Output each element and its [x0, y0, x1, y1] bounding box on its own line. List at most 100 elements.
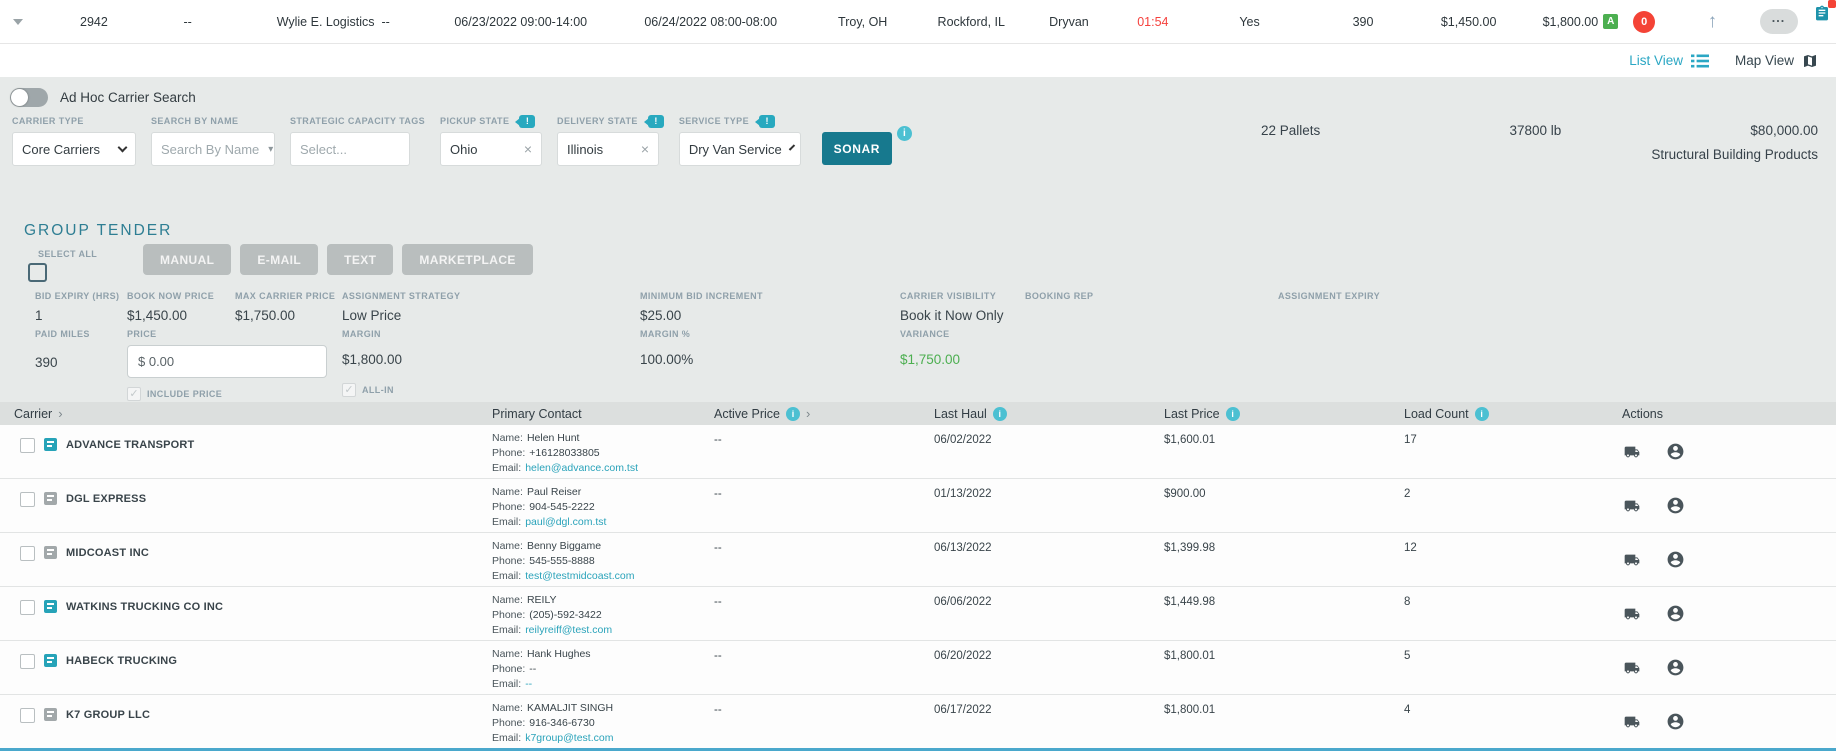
- assign-load-truck-icon[interactable]: [1622, 552, 1642, 568]
- sort-arrow-icon[interactable]: ›: [58, 406, 62, 421]
- assign-load-truck-icon[interactable]: [1622, 714, 1642, 730]
- row-checkbox[interactable]: [20, 708, 35, 723]
- pickup-state-input[interactable]: Ohio ×: [440, 132, 543, 166]
- service-type-field: SERVICE TYPE! Dry Van Service: [678, 114, 801, 166]
- contact-phone-label: Phone:: [492, 501, 526, 513]
- contact-phone: 916-346-6730: [529, 717, 595, 729]
- contact-email-link[interactable]: --: [525, 678, 532, 690]
- carrier-type-select[interactable]: Core Carriers: [12, 132, 136, 166]
- carrier-name[interactable]: DGL EXPRESS: [66, 492, 146, 505]
- assign-load-truck-icon[interactable]: [1622, 606, 1642, 622]
- last-price-value: $1,800.01: [1164, 650, 1216, 662]
- carrier-type-label: CARRIER TYPE: [12, 116, 84, 126]
- delivery-window: 06/24/2022 08:00-08:00: [644, 14, 778, 29]
- manual-button[interactable]: MANUAL: [143, 244, 232, 275]
- capacity-tags-input[interactable]: Select...: [290, 132, 410, 166]
- marketplace-button[interactable]: MARKETPLACE: [402, 244, 533, 275]
- active-price-value: --: [714, 488, 722, 500]
- more-actions-button[interactable]: ...: [1759, 9, 1798, 34]
- header-last-haul: Last Haul i: [920, 406, 1150, 421]
- destination-city: Rockford, IL: [937, 14, 1005, 29]
- carrier-profile-person-icon[interactable]: [1666, 496, 1685, 515]
- carrier-name[interactable]: WATKINS TRUCKING CO INC: [66, 600, 223, 613]
- contact-email-link[interactable]: reilyreiff@test.com: [525, 624, 612, 636]
- search-by-name-label: SEARCH BY NAME: [151, 116, 239, 126]
- sonar-button[interactable]: SONAR: [821, 132, 892, 165]
- adhoc-search-toggle[interactable]: [10, 88, 48, 107]
- assign-load-truck-icon[interactable]: [1622, 498, 1642, 514]
- row-checkbox[interactable]: [20, 600, 35, 615]
- load-number[interactable]: 2942: [36, 15, 139, 29]
- bid-count-badge[interactable]: 0: [1633, 10, 1656, 33]
- row-checkbox[interactable]: [20, 654, 35, 669]
- contact-phone-label: Phone:: [492, 663, 526, 675]
- load-count-value: 17: [1404, 434, 1417, 446]
- carrier-profile-person-icon[interactable]: [1666, 658, 1685, 677]
- carrier-name[interactable]: MIDCOAST INC: [66, 546, 149, 559]
- last-haul-date: 06/13/2022: [934, 542, 992, 554]
- book-now-price-field: BOOK NOW PRICE $1,450.00: [127, 291, 215, 323]
- collapse-up-arrow-icon[interactable]: ↑: [1708, 11, 1718, 32]
- carrier-profile-person-icon[interactable]: [1666, 604, 1685, 623]
- delivery-state-input[interactable]: Illinois ×: [557, 132, 660, 166]
- header-carrier[interactable]: Carrier ›: [0, 406, 478, 421]
- service-type-select[interactable]: Dry Van Service: [678, 132, 801, 166]
- bid-expiry-field: BID EXPIRY (HRS) 1: [35, 291, 120, 323]
- price-field: PRICE ✓ INCLUDE PRICE: [127, 329, 327, 401]
- load-expand-caret-icon[interactable]: [0, 18, 36, 25]
- book-now-price-top: $1,450.00: [1440, 14, 1497, 29]
- row-checkbox[interactable]: [20, 546, 35, 561]
- include-price-checkbox[interactable]: ✓: [127, 387, 141, 401]
- contact-phone: 545-555-8888: [529, 555, 595, 567]
- list-view-toggle[interactable]: List View: [1629, 53, 1709, 68]
- all-in-checkbox[interactable]: ✓: [342, 383, 356, 397]
- origin-city: Troy, OH: [838, 14, 888, 29]
- email-button[interactable]: E-MAIL: [240, 244, 319, 275]
- price-input[interactable]: [127, 345, 327, 378]
- table-row: MIDCOAST INC Name: Benny Biggame Phone: 54…: [0, 533, 1836, 587]
- contact-email-label: Email:: [492, 624, 522, 636]
- map-view-toggle[interactable]: Map View: [1735, 53, 1818, 69]
- header-active-price[interactable]: Active Price i ›: [700, 406, 920, 421]
- carrier-name[interactable]: ADVANCE TRANSPORT: [66, 438, 194, 451]
- carrier-name[interactable]: K7 GROUP LLC: [66, 708, 150, 721]
- select-all-checkbox[interactable]: [28, 263, 47, 282]
- carrier-tier-icon: [44, 654, 57, 667]
- table-row: WATKINS TRUCKING CO INC Name: REILY Phone…: [0, 587, 1836, 641]
- required-exclamation-icon: !: [515, 114, 536, 128]
- contact-email-link[interactable]: paul@dgl.com.tst: [525, 516, 606, 528]
- assign-load-truck-icon[interactable]: [1622, 660, 1642, 676]
- required-exclamation-icon: !: [754, 114, 775, 128]
- contact-email-link[interactable]: helen@advance.com.tst: [525, 462, 638, 474]
- contact-email-label: Email:: [492, 678, 522, 690]
- carrier-name[interactable]: HABECK TRUCKING: [66, 654, 177, 667]
- assign-load-truck-icon[interactable]: [1622, 444, 1642, 460]
- clear-x-icon[interactable]: ×: [641, 141, 649, 157]
- carrier-profile-person-icon[interactable]: [1666, 712, 1685, 731]
- row-checkbox[interactable]: [20, 492, 35, 507]
- paid-miles-field: PAID MILES 390: [35, 329, 90, 370]
- info-icon[interactable]: i: [786, 406, 800, 421]
- carrier-tier-icon: [44, 708, 57, 721]
- info-icon[interactable]: i: [1474, 406, 1489, 421]
- sort-arrow-icon[interactable]: ›: [806, 406, 810, 421]
- search-by-name-input[interactable]: Search By Name ▾: [151, 132, 275, 166]
- contact-email-link[interactable]: k7group@test.com: [525, 732, 613, 744]
- row-checkbox[interactable]: [20, 438, 35, 453]
- contact-name: Benny Biggame: [526, 540, 602, 552]
- text-button[interactable]: TEXT: [327, 244, 394, 275]
- carrier-profile-person-icon[interactable]: [1666, 442, 1685, 461]
- contact-email-label: Email:: [492, 516, 522, 528]
- contact-email-link[interactable]: test@testmidcoast.com: [525, 570, 634, 582]
- shipment-value: $80,000.00: [1750, 123, 1818, 138]
- pickup-state-field: PICKUP STATE! Ohio ×: [440, 114, 543, 166]
- header-primary-contact: Primary Contact: [492, 406, 582, 421]
- group-tender-section: GROUP TENDER SELECT ALL MANUAL E-MAIL TE…: [0, 222, 1836, 402]
- sonar-info-icon[interactable]: i: [896, 126, 912, 141]
- carrier-profile-person-icon[interactable]: [1666, 550, 1685, 569]
- clear-x-icon[interactable]: ×: [524, 141, 532, 157]
- info-icon[interactable]: i: [992, 406, 1007, 421]
- contact-email-label: Email:: [492, 732, 522, 744]
- minimum-bid-increment-field: MINIMUM BID INCREMENT $25.00: [640, 291, 763, 323]
- info-icon[interactable]: i: [1225, 406, 1240, 421]
